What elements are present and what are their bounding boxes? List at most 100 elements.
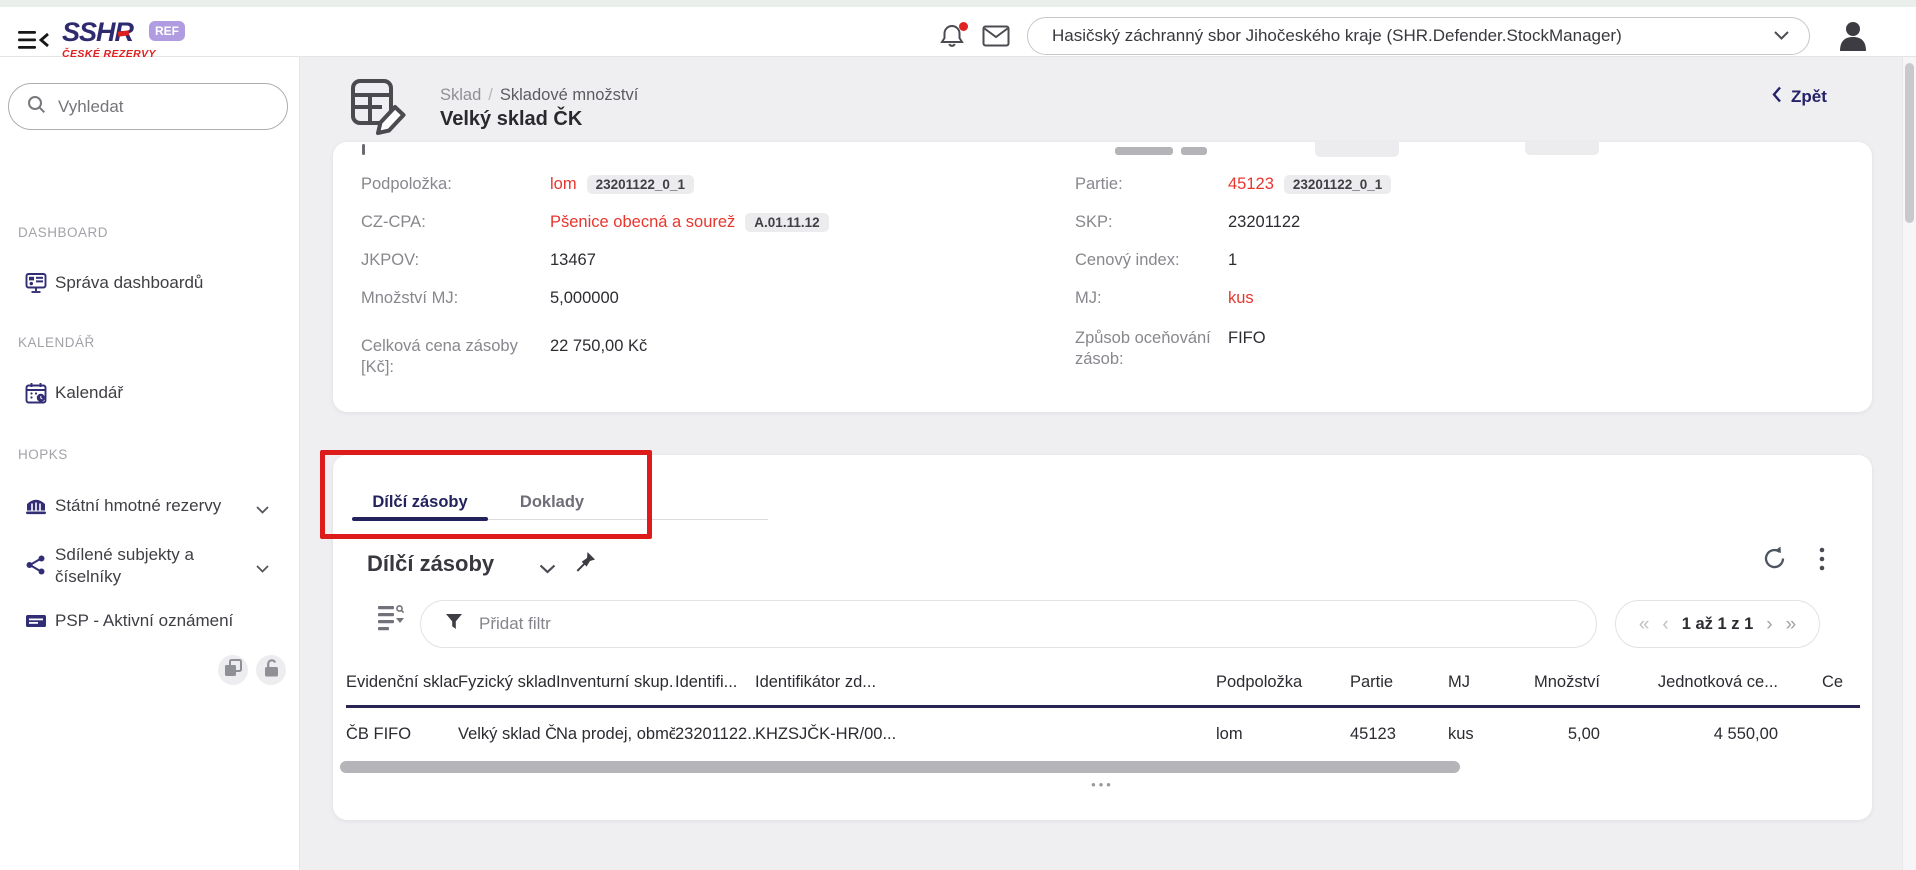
col-identifikator-zdroje[interactable]: Identifikátor zd... [755, 673, 1216, 707]
clipped-chip-fragment [1525, 142, 1599, 155]
breadcrumb-sklad[interactable]: Sklad [440, 86, 481, 104]
stock-detail-card: Podpoložka: lom23201122_0_1 CZ-CPA: Pšen… [333, 142, 1872, 412]
col-podpolozka[interactable]: Podpoložka [1216, 673, 1350, 707]
breadcrumb-skladove-mnozstvi[interactable]: Skladové množství [500, 86, 638, 104]
chevron-left-icon [1772, 86, 1782, 108]
sidebar-item-sdilene-subjekty[interactable]: Sdílené subjekty a číselníky [0, 544, 300, 592]
mnozstvi-mj-value: 5,000000 [550, 288, 619, 309]
breadcrumb-separator: / [481, 86, 500, 104]
podpolozka-link[interactable]: lom [550, 174, 577, 195]
table-header-row: Evidenční sklad Fyzický sklad Inventurní… [346, 673, 1860, 707]
cell-inventurni-skupina: Na prodej, obmě... [556, 707, 675, 761]
stock-record-icon [348, 76, 410, 141]
back-button[interactable]: Zpět [1772, 86, 1827, 108]
kebab-menu-icon[interactable] [1819, 547, 1825, 576]
col-evidencni-sklad[interactable]: Evidenční sklad [346, 673, 458, 707]
partie-link[interactable]: 45123 [1228, 174, 1274, 195]
column-settings-icon[interactable] [378, 605, 406, 636]
refresh-icon[interactable] [1761, 545, 1788, 577]
chevron-down-icon [256, 560, 269, 578]
field-label: Partie: [1075, 174, 1228, 195]
mj-link[interactable]: kus [1228, 288, 1254, 309]
pagination-last-button[interactable]: » [1786, 615, 1797, 634]
breadcrumb: Sklad/Skladové množství [440, 86, 638, 105]
copy-button[interactable] [218, 655, 248, 685]
sidebar-toggle-icon[interactable] [18, 27, 50, 53]
share-icon [25, 554, 47, 581]
notifications-bell-icon[interactable] [939, 22, 969, 52]
messages-envelope-icon[interactable] [982, 25, 1010, 47]
section-title-dashboard: DASHBOARD [18, 225, 108, 240]
sidebar-item-label: Kalendář [55, 382, 245, 404]
pagination: « ‹ 1 až 1 z 1 › » [1615, 600, 1820, 648]
tab-label: Dílčí zásoby [372, 493, 467, 512]
sidebar-item-sprava-dashboardu[interactable]: Správa dashboardů [0, 272, 300, 298]
detail-row-zpusob-ocenovani: Způsob oceňování zásob: FIFO [1075, 328, 1266, 370]
active-tab-underline [352, 517, 488, 521]
pin-icon[interactable] [575, 551, 596, 578]
col-partie[interactable]: Partie [1350, 673, 1448, 707]
sidebar-item-statni-hmotne-rezervy[interactable]: Státní hmotné rezervy [0, 495, 300, 521]
tab-dilci-zasoby[interactable]: Dílčí zásoby [352, 483, 488, 521]
sidebar-item-label: Správa dashboardů [55, 272, 245, 294]
page-title: Velký sklad ČK [440, 108, 582, 131]
tab-doklady[interactable]: Doklady [502, 483, 602, 521]
field-label: SKP: [1075, 212, 1228, 233]
col-fyzicky-sklad[interactable]: Fyzický sklad [458, 673, 556, 707]
tabs-panel-card: Dílčí zásoby Doklady Dílčí zásoby [333, 455, 1872, 820]
app-logo[interactable]: SSHR ČESKÉ REZERVY [62, 19, 156, 60]
environment-badge: REF [149, 21, 185, 41]
cell-mj: kus [1448, 707, 1503, 761]
field-label: Celková cena zásoby [Kč]: [361, 336, 550, 378]
back-button-label: Zpět [1791, 87, 1827, 107]
cell-identifikator: 23201122... [675, 707, 755, 761]
field-label: Způsob oceňování zásob: [1075, 328, 1228, 370]
sidebar-search[interactable] [8, 83, 288, 130]
col-inventurni-skupina[interactable]: Inventurní skup... [556, 673, 675, 707]
field-label: MJ: [1075, 288, 1228, 309]
field-label: Množství MJ: [361, 288, 550, 309]
panel-collapse-chevron-icon[interactable] [539, 561, 556, 579]
search-input[interactable] [58, 97, 258, 117]
sidebar-item-label: Sdílené subjekty a číselníky [55, 544, 245, 588]
sidebar-item-label: Státní hmotné rezervy [55, 495, 245, 517]
sidebar: DASHBOARD Správa dashboardů KALENDÁŘ [0, 57, 300, 870]
pagination-prev-button[interactable]: ‹ [1662, 615, 1668, 634]
banner-icon [25, 612, 47, 635]
cell-evidencni-sklad: ČB FIFO [346, 707, 458, 761]
col-mnozstvi[interactable]: Množství [1503, 673, 1600, 707]
vertical-scrollbar-thumb[interactable] [1905, 63, 1914, 223]
pagination-next-button[interactable]: › [1766, 615, 1772, 634]
col-identifikator[interactable]: Identifi... [675, 673, 755, 707]
horizontal-scrollbar[interactable] [340, 761, 1460, 773]
filter-input[interactable] [479, 614, 1379, 634]
detail-row-mj: MJ: kus [1075, 288, 1254, 309]
col-ce[interactable]: Ce [1778, 673, 1860, 707]
sidebar-item-kalendar[interactable]: Kalendář [0, 382, 300, 408]
user-avatar-icon[interactable] [1836, 19, 1870, 53]
expand-more-dots[interactable]: ••• [333, 777, 1872, 792]
vertical-scrollbar-track[interactable] [1902, 57, 1916, 870]
czcpa-link[interactable]: Pšenice obecná a sourež [550, 212, 735, 233]
section-title-hopks: HOPKS [18, 447, 68, 462]
tenant-selector[interactable]: Hasičský záchranný sbor Jihočeského kraj… [1027, 17, 1810, 55]
tenant-selector-value: Hasičský záchranný sbor Jihočeského kraj… [1052, 26, 1774, 46]
table-row[interactable]: ČB FIFO Velký sklad ČK Na prodej, obmě..… [346, 707, 1860, 761]
cell-identifikator-zdroje: KHZSJČK-HR/00... [755, 707, 1216, 761]
col-jednotkova-cena[interactable]: Jednotková ce... [1600, 673, 1778, 707]
cenovy-index-value: 1 [1228, 250, 1237, 271]
skp-value: 23201122 [1228, 212, 1300, 233]
search-icon [27, 95, 46, 119]
filter-bar[interactable] [420, 600, 1597, 648]
clipped-row-fragment [362, 144, 365, 155]
pagination-first-button[interactable]: « [1639, 615, 1650, 634]
unlock-button[interactable] [256, 655, 286, 685]
col-mj[interactable]: MJ [1448, 673, 1503, 707]
clipped-chip-fragment [1315, 142, 1399, 157]
partie-chip: 23201122_0_1 [1284, 175, 1391, 194]
logo-text: SSHR [62, 19, 156, 46]
copy-icon [223, 658, 243, 683]
sidebar-item-psp-aktivni-oznameni[interactable]: PSP - Aktivní oznámení [0, 610, 300, 636]
cell-podpolozka: lom [1216, 707, 1350, 761]
dashboard-icon [25, 272, 47, 299]
